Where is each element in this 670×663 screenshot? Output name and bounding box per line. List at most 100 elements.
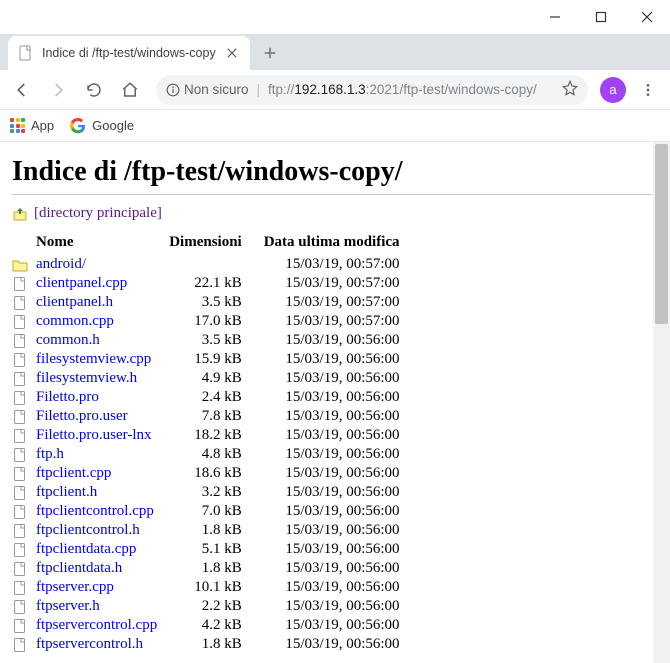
- file-link[interactable]: ftpclient.cpp: [36, 465, 111, 481]
- file-link[interactable]: Filetto.pro: [36, 389, 99, 405]
- file-size: 3.2 kB: [165, 483, 254, 502]
- file-size: 7.8 kB: [165, 407, 254, 426]
- file-link[interactable]: ftpserver.h: [36, 598, 100, 614]
- apps-shortcut[interactable]: App: [10, 118, 54, 133]
- vertical-scrollbar[interactable]: [653, 142, 670, 663]
- file-icon: [12, 274, 32, 293]
- address-bar[interactable]: Non sicuro | ftp://192.168.1.3:2021/ftp-…: [156, 75, 588, 105]
- reload-button[interactable]: [78, 74, 110, 106]
- file-date: 15/03/19, 00:56:00: [254, 559, 408, 578]
- file-link[interactable]: clientpanel.cpp: [36, 275, 127, 291]
- file-icon: [12, 312, 32, 331]
- file-link[interactable]: Filetto.pro.user-lnx: [36, 427, 152, 443]
- file-link[interactable]: android/: [36, 256, 86, 272]
- page-favicon-icon: [18, 45, 34, 61]
- file-size: 1.8 kB: [165, 521, 254, 540]
- file-size: [165, 255, 254, 274]
- bookmark-star-button[interactable]: [562, 80, 578, 99]
- scrollbar-thumb[interactable]: [655, 144, 668, 324]
- home-button[interactable]: [114, 74, 146, 106]
- file-link[interactable]: ftpclientdata.h: [36, 560, 122, 576]
- bookmark-google[interactable]: Google: [70, 118, 134, 134]
- file-size: 3.5 kB: [165, 331, 254, 350]
- file-size: 10.1 kB: [165, 578, 254, 597]
- table-row: filesystemview.cpp15.9 kB15/03/19, 00:56…: [12, 350, 408, 369]
- file-icon: [12, 597, 32, 616]
- file-date: 15/03/19, 00:57:00: [254, 293, 408, 312]
- window-minimize-button[interactable]: [532, 0, 578, 34]
- menu-button[interactable]: [632, 74, 664, 106]
- table-row: ftpserver.cpp10.1 kB15/03/19, 00:56:00: [12, 578, 408, 597]
- file-link[interactable]: ftpservercontrol.h: [36, 636, 143, 652]
- file-link[interactable]: ftpclientcontrol.cpp: [36, 503, 154, 519]
- window-titlebar: [0, 0, 670, 34]
- file-table: Nome Dimensioni Data ultima modifica and…: [12, 232, 408, 654]
- file-link[interactable]: filesystemview.h: [36, 370, 137, 386]
- file-size: 1.8 kB: [165, 635, 254, 654]
- file-icon: [12, 521, 32, 540]
- file-link[interactable]: common.cpp: [36, 313, 114, 329]
- table-row: clientpanel.h3.5 kB15/03/19, 00:57:00: [12, 293, 408, 312]
- table-row: Filetto.pro.user 7.8 kB15/03/19, 00:56:00: [12, 407, 408, 426]
- file-date: 15/03/19, 00:56:00: [254, 407, 408, 426]
- file-link[interactable]: common.h: [36, 332, 100, 348]
- tab-strip: Indice di /ftp-test/windows-copy: [0, 34, 670, 70]
- file-date: 15/03/19, 00:56:00: [254, 635, 408, 654]
- table-row: ftpclientcontrol.h1.8 kB15/03/19, 00:56:…: [12, 521, 408, 540]
- table-row: filesystemview.h4.9 kB15/03/19, 00:56:00: [12, 369, 408, 388]
- file-size: 22.1 kB: [165, 274, 254, 293]
- file-icon: [12, 426, 32, 445]
- table-row: ftpclient.cpp18.6 kB15/03/19, 00:56:00: [12, 464, 408, 483]
- google-logo-icon: [70, 118, 86, 134]
- column-size: Dimensioni: [165, 232, 254, 255]
- file-date: 15/03/19, 00:56:00: [254, 426, 408, 445]
- file-icon: [12, 559, 32, 578]
- forward-button[interactable]: [42, 74, 74, 106]
- file-size: 5.1 kB: [165, 540, 254, 559]
- file-icon: [12, 369, 32, 388]
- insecure-label: Non sicuro: [184, 82, 249, 97]
- profile-avatar-button[interactable]: a: [600, 77, 626, 103]
- file-link[interactable]: ftpclientcontrol.h: [36, 522, 140, 538]
- file-date: 15/03/19, 00:56:00: [254, 445, 408, 464]
- folder-icon: [12, 255, 32, 274]
- new-tab-button[interactable]: [256, 39, 284, 67]
- directory-listing-page: Indice di /ftp-test/windows-copy/ [direc…: [0, 142, 670, 663]
- table-row: ftpclientcontrol.cpp7.0 kB15/03/19, 00:5…: [12, 502, 408, 521]
- table-row: clientpanel.cpp 22.1 kB15/03/19, 00:57:00: [12, 274, 408, 293]
- omnibox-separator: |: [257, 82, 261, 97]
- parent-directory-link[interactable]: [directory principale]: [34, 205, 162, 222]
- back-button[interactable]: [6, 74, 38, 106]
- file-size: 2.4 kB: [165, 388, 254, 407]
- file-date: 15/03/19, 00:56:00: [254, 540, 408, 559]
- table-row: ftpclientdata.cpp 5.1 kB15/03/19, 00:56:0…: [12, 540, 408, 559]
- table-row: ftpclientdata.h1.8 kB15/03/19, 00:56:00: [12, 559, 408, 578]
- file-link[interactable]: ftpclient.h: [36, 484, 97, 500]
- tab-close-button[interactable]: [224, 45, 240, 61]
- site-security-indicator[interactable]: Non sicuro: [166, 82, 249, 97]
- file-date: 15/03/19, 00:56:00: [254, 350, 408, 369]
- file-size: 18.2 kB: [165, 426, 254, 445]
- browser-toolbar: Non sicuro | ftp://192.168.1.3:2021/ftp-…: [0, 70, 670, 110]
- file-date: 15/03/19, 00:57:00: [254, 274, 408, 293]
- file-link[interactable]: filesystemview.cpp: [36, 351, 151, 367]
- file-icon: [12, 350, 32, 369]
- file-link[interactable]: ftpservercontrol.cpp: [36, 617, 157, 633]
- url-text: ftp://192.168.1.3:2021/ftp-test/windows-…: [268, 82, 554, 97]
- file-link[interactable]: Filetto.pro.user: [36, 408, 128, 424]
- file-link[interactable]: ftp.h: [36, 446, 64, 462]
- file-link[interactable]: ftpclientdata.cpp: [36, 541, 136, 557]
- browser-tab[interactable]: Indice di /ftp-test/windows-copy: [8, 36, 250, 70]
- divider: [12, 194, 658, 195]
- file-link[interactable]: ftpserver.cpp: [36, 579, 114, 595]
- table-row: Filetto.pro2.4 kB15/03/19, 00:56:00: [12, 388, 408, 407]
- file-icon: [12, 540, 32, 559]
- window-close-button[interactable]: [624, 0, 670, 34]
- file-icon: [12, 293, 32, 312]
- window-maximize-button[interactable]: [578, 0, 624, 34]
- file-icon: [12, 464, 32, 483]
- file-size: 18.6 kB: [165, 464, 254, 483]
- tab-title: Indice di /ftp-test/windows-copy: [42, 46, 216, 60]
- file-link[interactable]: clientpanel.h: [36, 294, 113, 310]
- file-date: 15/03/19, 00:56:00: [254, 483, 408, 502]
